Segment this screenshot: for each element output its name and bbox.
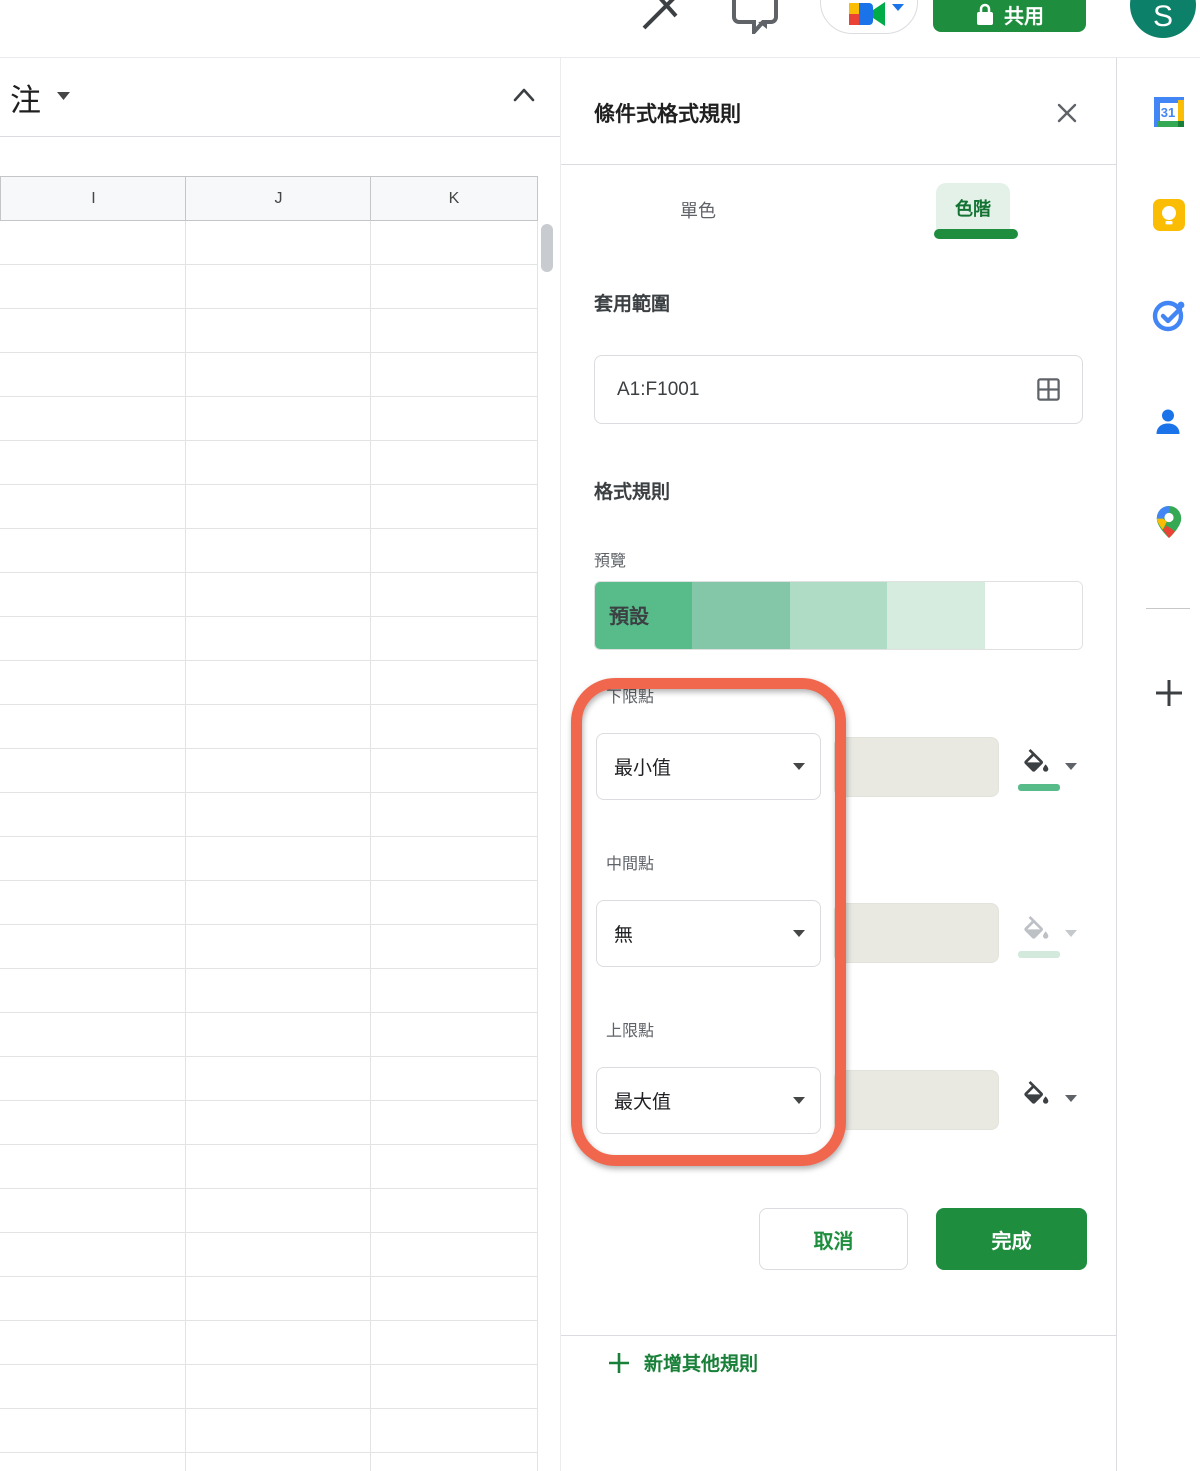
meet-button[interactable]: [820, 0, 918, 34]
preview-label: 預覽: [594, 547, 626, 571]
preview-default-label: 預設: [609, 600, 649, 629]
preview-gradient-segment: [790, 582, 887, 649]
done-button[interactable]: 完成: [936, 1208, 1087, 1270]
history-arrow-icon[interactable]: [638, 0, 686, 30]
maxpoint-value: 最大值: [614, 1087, 792, 1114]
minpoint-color-swatch: [1018, 784, 1060, 791]
calendar-day-number: 31: [1161, 105, 1175, 120]
meet-dropdown-caret-icon[interactable]: [891, 3, 905, 12]
midpoint-dropdown[interactable]: 無: [596, 900, 821, 967]
tab-color-scale[interactable]: 色階: [936, 183, 1010, 232]
sheet-grid[interactable]: [0, 221, 538, 1471]
google-meet-icon: [849, 0, 889, 29]
midpoint-value-field: [834, 903, 999, 963]
preview-gradient-segment: [985, 582, 1082, 649]
lock-icon: [975, 3, 995, 27]
note-menu-label[interactable]: 注: [10, 75, 41, 120]
tab-single-color[interactable]: 單色: [638, 197, 758, 223]
preview-gradient-segment: [692, 582, 789, 649]
maxpoint-dropdown[interactable]: 最大值: [596, 1067, 821, 1134]
preview-gradient[interactable]: 預設: [594, 581, 1083, 650]
column-header-j[interactable]: J: [185, 176, 371, 221]
chevron-down-icon: [792, 762, 806, 771]
conditional-format-panel: 條件式格式規則 單色 色階 套用範圍 A1:F1001 格式規則 預覽 預設 下…: [560, 57, 1116, 1471]
midpoint-color-swatch: [1018, 951, 1060, 958]
panel-header: 條件式格式規則: [561, 57, 1116, 165]
share-button[interactable]: 共用: [933, 0, 1086, 32]
share-button-label: 共用: [1004, 0, 1044, 29]
midpoint-color-caret-icon: [1064, 929, 1078, 938]
avatar-initial: S: [1153, 0, 1173, 34]
minpoint-color-caret-icon[interactable]: [1064, 762, 1078, 771]
header-divider: [0, 57, 1200, 58]
tab-color-scale-underline: [934, 229, 1018, 239]
add-rule-button[interactable]: 新增其他規則: [608, 1349, 758, 1376]
select-data-range-icon[interactable]: [1035, 376, 1062, 403]
minpoint-dropdown[interactable]: 最小值: [596, 733, 821, 800]
grid-vline: [370, 221, 371, 1471]
midpoint-label: 中間點: [606, 850, 654, 874]
minpoint-fill-color-icon[interactable]: [1019, 747, 1051, 775]
minpoint-value: 最小值: [614, 753, 792, 780]
maxpoint-value-field: [834, 1070, 999, 1130]
note-menu-caret-icon[interactable]: [56, 91, 71, 101]
minpoint-value-field: [834, 737, 999, 797]
maxpoint-label: 上限點: [606, 1017, 654, 1041]
toolbar-divider: [0, 136, 560, 137]
close-icon[interactable]: [1055, 101, 1079, 125]
grid-vline: [185, 221, 186, 1471]
google-calendar-icon[interactable]: 31: [1151, 94, 1187, 130]
cancel-button[interactable]: 取消: [759, 1208, 908, 1270]
google-contacts-icon[interactable]: [1151, 405, 1185, 439]
google-maps-icon[interactable]: [1151, 504, 1187, 540]
maxpoint-fill-color-icon[interactable]: [1019, 1079, 1051, 1107]
google-sheets-conditional-format-screen: 共用 S 注 I J K 條件式格式規則: [0, 0, 1200, 1471]
get-add-ons-icon[interactable]: [1154, 678, 1184, 708]
chevron-down-icon: [792, 929, 806, 938]
column-header-i[interactable]: I: [0, 176, 186, 221]
collapse-toolbar-icon[interactable]: [510, 83, 538, 109]
range-value[interactable]: A1:F1001: [617, 379, 1035, 401]
add-rule-label: 新增其他規則: [644, 1349, 758, 1376]
app-header: 共用 S: [0, 0, 1200, 57]
comment-icon[interactable]: [731, 0, 781, 34]
format-rules-heading: 格式規則: [594, 477, 670, 504]
midpoint-value: 無: [614, 920, 792, 947]
side-panel-divider: [1146, 608, 1190, 609]
spreadsheet-area[interactable]: 注 I J K: [0, 57, 560, 1471]
panel-title: 條件式格式規則: [594, 98, 741, 128]
workspace-side-panel: 31: [1116, 57, 1200, 1471]
google-keep-icon[interactable]: [1151, 197, 1187, 233]
google-tasks-icon[interactable]: [1151, 297, 1187, 333]
preview-gradient-segment: [887, 582, 984, 649]
chevron-down-icon: [792, 1096, 806, 1105]
apply-range-heading: 套用範圍: [594, 289, 670, 316]
grid-vline: [537, 221, 538, 1471]
maxpoint-color-caret-icon[interactable]: [1064, 1094, 1078, 1103]
minpoint-label: 下限點: [606, 683, 654, 707]
account-avatar[interactable]: S: [1130, 0, 1196, 38]
vertical-scrollbar-thumb[interactable]: [541, 224, 553, 272]
range-input[interactable]: A1:F1001: [594, 355, 1083, 424]
plus-icon: [608, 1352, 630, 1374]
column-header-k[interactable]: K: [370, 176, 538, 221]
midpoint-fill-color-icon: [1019, 914, 1051, 942]
panel-divider: [561, 1335, 1116, 1336]
